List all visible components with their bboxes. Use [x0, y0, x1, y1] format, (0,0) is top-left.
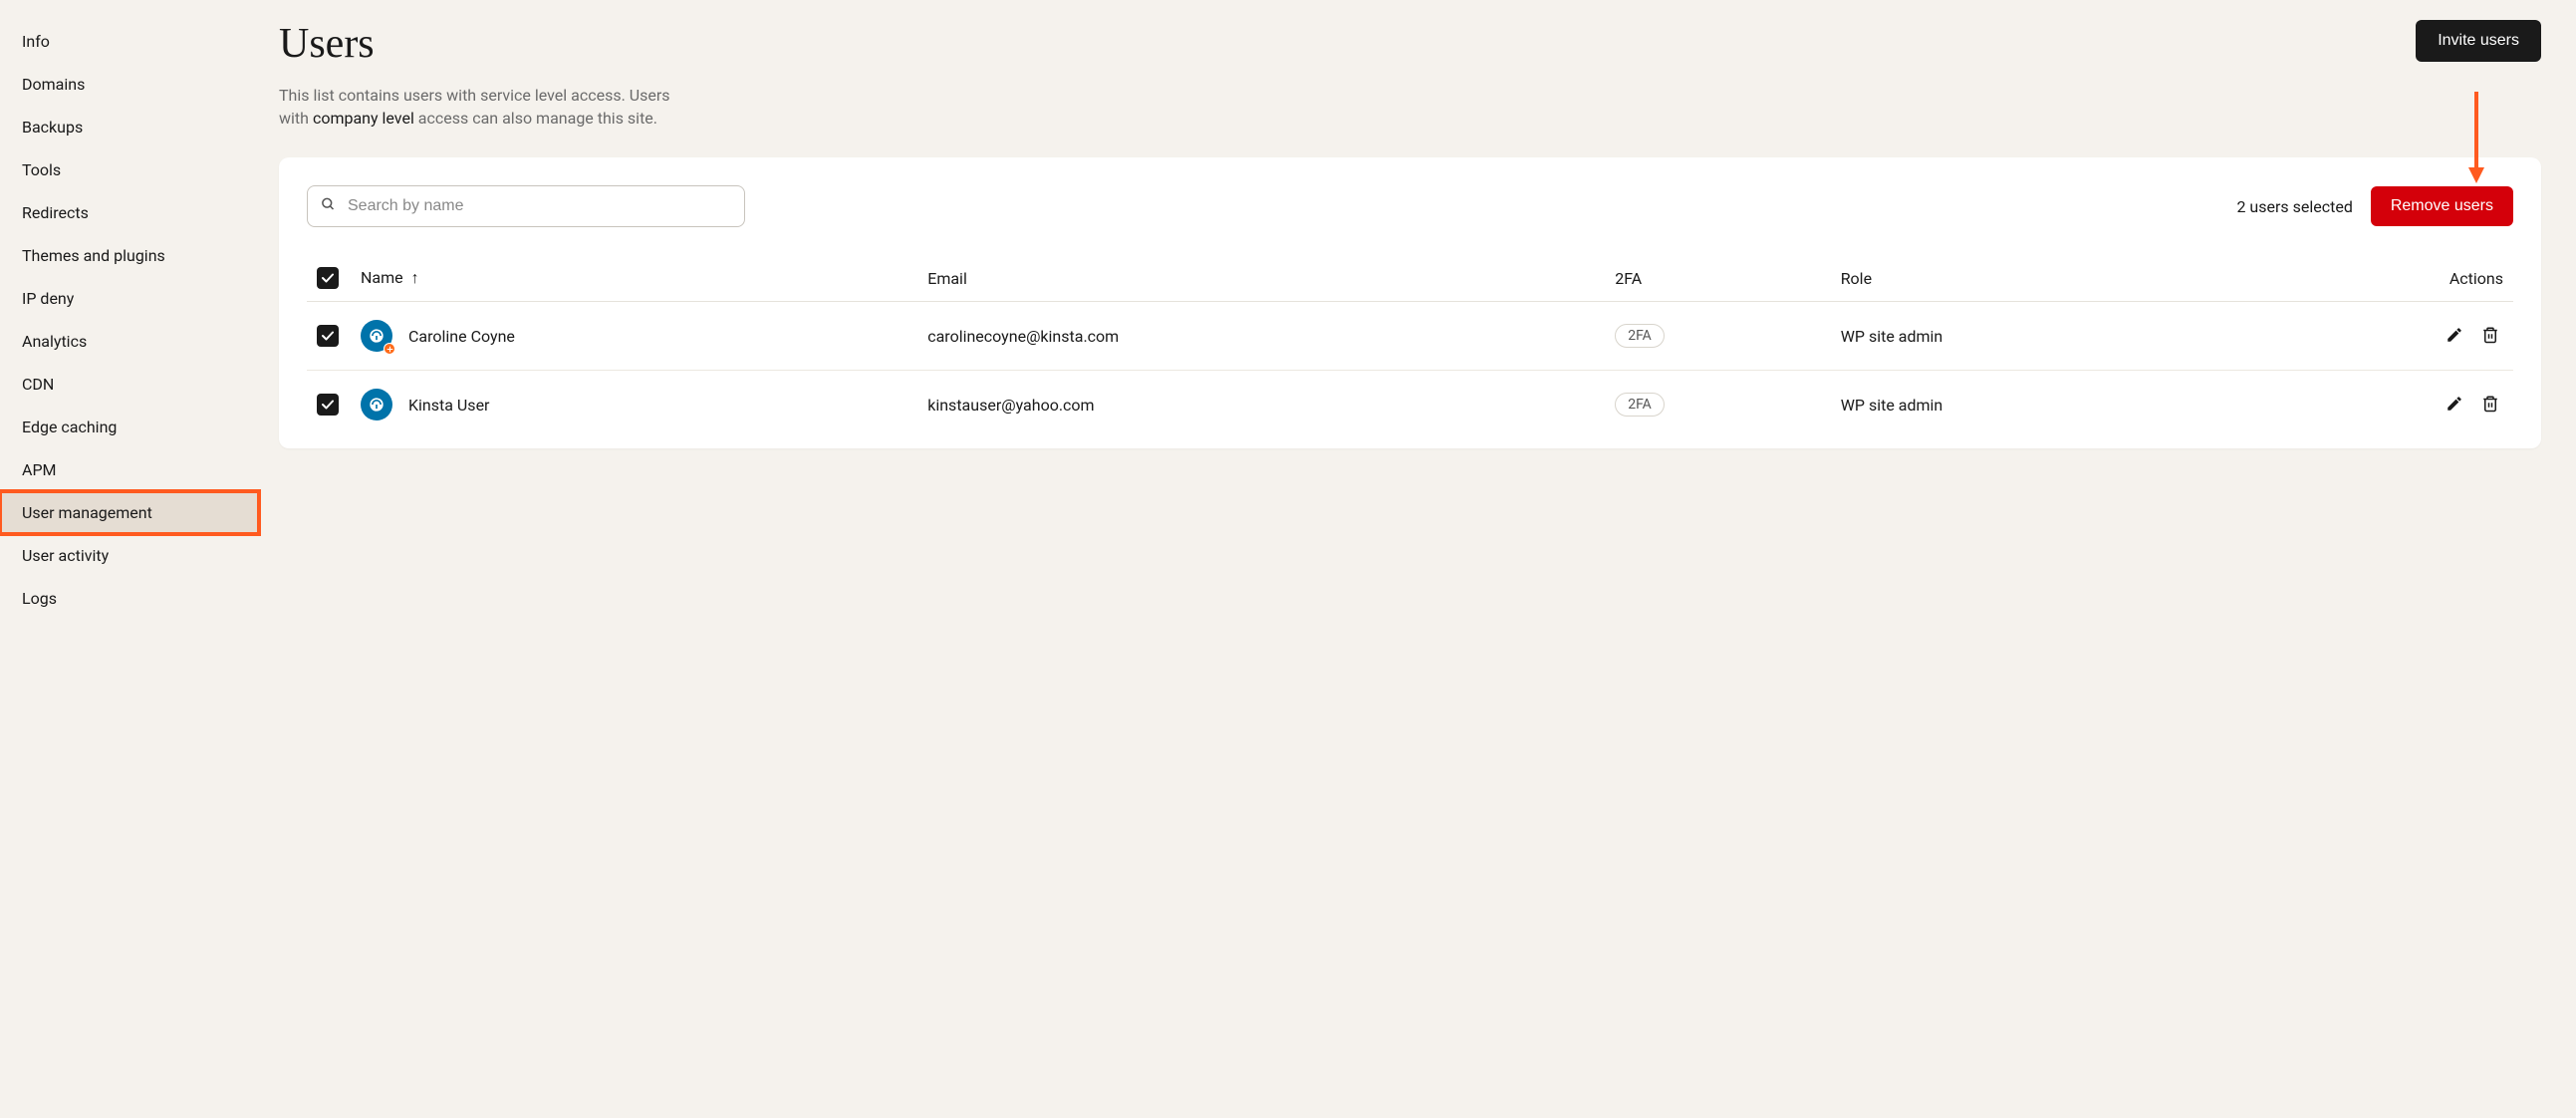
col-email[interactable]: Email: [917, 255, 1605, 302]
twofa-badge: 2FA: [1615, 393, 1665, 417]
sidebar-item-label: Logs: [22, 589, 57, 608]
sidebar-item-label: Themes and plugins: [22, 246, 165, 265]
sidebar-item-info[interactable]: Info: [0, 20, 259, 63]
sort-asc-icon: ↑: [411, 268, 419, 287]
search-input[interactable]: [307, 185, 745, 227]
twofa-badge: 2FA: [1615, 324, 1665, 348]
sidebar-item-tools[interactable]: Tools: [0, 148, 259, 191]
sidebar-item-logs[interactable]: Logs: [0, 577, 259, 620]
sidebar-item-user-activity[interactable]: User activity: [0, 534, 259, 577]
col-role[interactable]: Role: [1831, 255, 2228, 302]
delete-button[interactable]: [2477, 322, 2503, 351]
toolbar: 2 users selected Remove users: [307, 185, 2513, 227]
sidebar-item-apm[interactable]: APM: [0, 448, 259, 491]
user-role: WP site admin: [1831, 302, 2228, 371]
search-wrap: [307, 185, 745, 227]
remove-users-button[interactable]: Remove users: [2371, 186, 2513, 226]
row-checkbox[interactable]: [317, 394, 339, 416]
sidebar-item-label: Edge caching: [22, 418, 117, 436]
sidebar-item-analytics[interactable]: Analytics: [0, 320, 259, 363]
avatar: [361, 389, 392, 420]
delete-button[interactable]: [2477, 391, 2503, 419]
sidebar-item-label: CDN: [22, 375, 54, 394]
users-table: Name ↑ Email 2FA Role Actions: [307, 255, 2513, 438]
select-all-checkbox[interactable]: [317, 267, 339, 289]
sidebar-item-label: Tools: [22, 160, 61, 179]
sidebar-item-edge-caching[interactable]: Edge caching: [0, 406, 259, 448]
user-role: WP site admin: [1831, 371, 2228, 439]
sidebar-item-themes-plugins[interactable]: Themes and plugins: [0, 234, 259, 277]
page-description: This list contains users with service le…: [279, 84, 697, 130]
edit-button[interactable]: [2442, 322, 2467, 351]
sidebar-item-backups[interactable]: Backups: [0, 106, 259, 148]
sidebar-item-domains[interactable]: Domains: [0, 63, 259, 106]
trash-icon: [2481, 401, 2499, 416]
pencil-icon: [2446, 332, 2463, 347]
trash-icon: [2481, 332, 2499, 347]
sidebar: Info Domains Backups Tools Redirects The…: [0, 0, 259, 1118]
sidebar-item-cdn[interactable]: CDN: [0, 363, 259, 406]
table-row: Caroline Coyne carolinecoyne@kinsta.com …: [307, 302, 2513, 371]
edit-button[interactable]: [2442, 391, 2467, 419]
main-content: Users This list contains users with serv…: [259, 0, 2576, 1118]
page-header: Users This list contains users with serv…: [279, 20, 2541, 130]
user-email: kinstauser@yahoo.com: [917, 371, 1605, 439]
col-2fa[interactable]: 2FA: [1605, 255, 1830, 302]
sidebar-item-label: Domains: [22, 75, 85, 94]
page-title: Users: [279, 20, 697, 68]
sidebar-item-label: Analytics: [22, 332, 87, 351]
row-checkbox[interactable]: [317, 325, 339, 347]
users-card: 2 users selected Remove users Name ↑ Em: [279, 157, 2541, 448]
sidebar-item-label: APM: [22, 460, 57, 479]
user-name: Caroline Coyne: [408, 327, 515, 346]
col-name[interactable]: Name ↑: [351, 255, 917, 302]
pencil-icon: [2446, 401, 2463, 416]
avatar: [361, 320, 392, 352]
col-actions: Actions: [2228, 255, 2513, 302]
avatar-badge-icon: [384, 343, 395, 355]
table-row: Kinsta User kinstauser@yahoo.com 2FA WP …: [307, 371, 2513, 439]
sidebar-item-label: Redirects: [22, 203, 89, 222]
invite-users-button[interactable]: Invite users: [2416, 20, 2541, 62]
user-email: carolinecoyne@kinsta.com: [917, 302, 1605, 371]
sidebar-item-label: Backups: [22, 118, 83, 137]
sidebar-item-label: Info: [22, 32, 50, 51]
user-name: Kinsta User: [408, 396, 489, 415]
sidebar-item-ip-deny[interactable]: IP deny: [0, 277, 259, 320]
sidebar-item-label: IP deny: [22, 289, 74, 308]
search-icon: [321, 197, 336, 216]
sidebar-item-label: User management: [22, 503, 152, 522]
sidebar-item-label: User activity: [22, 546, 109, 565]
selected-count: 2 users selected: [2236, 197, 2352, 216]
sidebar-item-user-management[interactable]: User management: [0, 491, 259, 534]
sidebar-item-redirects[interactable]: Redirects: [0, 191, 259, 234]
